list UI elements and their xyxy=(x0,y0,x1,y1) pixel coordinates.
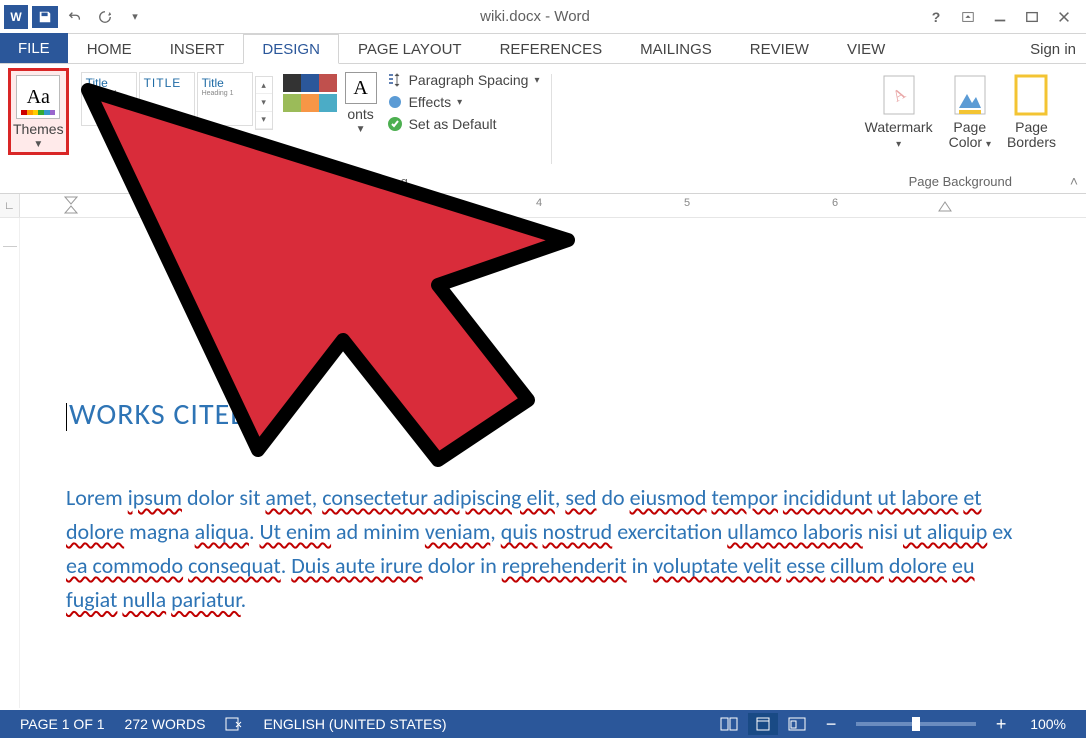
watermark-icon: A xyxy=(879,72,919,118)
quick-access-toolbar: W ▾ xyxy=(0,4,148,30)
fonts-icon: A xyxy=(345,72,377,104)
set-as-default-button[interactable]: Set as Default xyxy=(387,116,540,132)
vertical-ruler xyxy=(0,218,20,708)
redo-button[interactable] xyxy=(92,4,118,30)
word-logo-icon: W xyxy=(4,5,28,29)
ruler-scale[interactable]: 3 4 5 6 xyxy=(20,194,1086,217)
themes-button[interactable]: Aa Themes ▼ xyxy=(8,68,69,155)
document-area: WORKS CITED Lorem ipsum dolor sit amet, … xyxy=(0,218,1086,708)
style-set-gallery[interactable]: TitleHeading 1 TITLE TitleHeading 1 ▴▾▾ xyxy=(81,68,273,130)
style-thumb[interactable]: TITLE xyxy=(139,72,195,126)
chevron-down-icon: ▾ xyxy=(896,139,901,150)
tab-insert[interactable]: INSERT xyxy=(151,33,244,63)
document-heading[interactable]: WORKS CITED xyxy=(66,396,1074,433)
style-thumb[interactable]: TitleHeading 1 xyxy=(197,72,253,126)
fonts-label: onts xyxy=(347,106,373,122)
themes-icon: Aa xyxy=(16,75,60,119)
right-indent-marker-icon[interactable] xyxy=(938,200,952,212)
language-button[interactable]: ENGLISH (UNITED STATES) xyxy=(253,716,456,732)
zoom-out-button[interactable]: − xyxy=(816,713,846,735)
tab-design[interactable]: DESIGN xyxy=(243,34,339,64)
web-layout-button[interactable] xyxy=(782,713,812,735)
title-bar: W ▾ wiki.docx - Word ? xyxy=(0,0,1086,34)
scroll-up-icon[interactable]: ▴ xyxy=(256,77,272,94)
chevron-down-icon: ▾ xyxy=(457,97,462,108)
tab-selector[interactable]: ∟ xyxy=(0,194,20,217)
colors-icon xyxy=(283,74,339,114)
tab-mailings[interactable]: MAILINGS xyxy=(621,33,731,63)
zoom-thumb[interactable] xyxy=(912,717,920,731)
page-borders-icon xyxy=(1011,72,1051,118)
ribbon-tabs: FILE HOME INSERT DESIGN PAGE LAYOUT REFE… xyxy=(0,34,1086,64)
scroll-down-icon[interactable]: ▾ xyxy=(256,94,272,111)
horizontal-ruler: ∟ 3 4 5 6 xyxy=(0,194,1086,218)
maximize-button[interactable] xyxy=(1018,5,1046,29)
themes-dropdown-icon: ▼ xyxy=(33,139,43,150)
paragraph-spacing-button[interactable]: Paragraph Spacing ▾ xyxy=(387,72,540,88)
ribbon-display-options-button[interactable] xyxy=(954,5,982,29)
page-background-label: Page Background xyxy=(855,174,1066,189)
page-color-button[interactable]: Page Color ▾ xyxy=(945,70,995,153)
tab-view[interactable]: VIEW xyxy=(828,33,904,63)
zoom-level[interactable]: 100% xyxy=(1020,716,1076,732)
qat-customize-button[interactable]: ▾ xyxy=(122,4,148,30)
window-title: wiki.docx - Word xyxy=(148,8,922,25)
ruler-mark: 5 xyxy=(684,197,690,209)
text-cursor xyxy=(66,403,67,431)
themes-icon-text: Aa xyxy=(27,86,50,109)
help-button[interactable]: ? xyxy=(922,5,950,29)
status-bar: PAGE 1 OF 1 272 WORDS ENGLISH (UNITED ST… xyxy=(0,710,1086,738)
page-background-group: A Watermark▾ Page Color ▾ Page Borders P… xyxy=(849,68,1086,193)
document-formatting-group: TitleHeading 1 TITLE TitleHeading 1 ▴▾▾ … xyxy=(75,68,552,193)
doc-formatting-options: Paragraph Spacing ▾ Effects ▾ Set as Def… xyxy=(381,68,546,136)
watermark-button[interactable]: A Watermark▾ xyxy=(861,70,937,153)
tab-home[interactable]: HOME xyxy=(68,33,151,63)
file-tab[interactable]: FILE xyxy=(0,33,68,63)
collapse-ribbon-button[interactable]: ˄ xyxy=(1070,173,1078,189)
zoom-in-button[interactable]: + xyxy=(986,713,1016,735)
themes-label: Themes xyxy=(13,121,64,137)
group-label-partial: g xyxy=(81,174,546,189)
print-layout-button[interactable] xyxy=(748,713,778,735)
word-count[interactable]: 272 WORDS xyxy=(115,716,216,732)
zoom-slider[interactable] xyxy=(856,722,976,726)
colors-button[interactable] xyxy=(283,68,339,135)
document-body[interactable]: Lorem ipsum dolor sit amet, consectetur … xyxy=(66,481,1016,617)
save-button[interactable] xyxy=(32,6,58,28)
ruler-mark: 4 xyxy=(536,197,542,209)
effects-button[interactable]: Effects ▾ xyxy=(387,94,540,110)
proofing-button[interactable] xyxy=(215,716,253,732)
chevron-down-icon: ▾ xyxy=(986,139,991,150)
fonts-dropdown-icon: ▼ xyxy=(356,124,366,135)
read-mode-button[interactable] xyxy=(714,713,744,735)
page-borders-button[interactable]: Page Borders xyxy=(1003,70,1060,153)
undo-button[interactable] xyxy=(62,4,88,30)
tab-references[interactable]: REFERENCES xyxy=(481,33,622,63)
minimize-button[interactable] xyxy=(986,5,1014,29)
ruler-mark: 3 xyxy=(388,197,394,209)
gallery-more-icon[interactable]: ▾ xyxy=(256,112,272,129)
style-thumb[interactable]: TitleHeading 1 xyxy=(81,72,137,126)
window-controls: ? xyxy=(922,5,1086,29)
chevron-down-icon: ▾ xyxy=(534,75,539,86)
page-count[interactable]: PAGE 1 OF 1 xyxy=(10,716,115,732)
tab-review[interactable]: REVIEW xyxy=(731,33,828,63)
sign-in-link[interactable]: Sign in xyxy=(1020,36,1086,63)
themes-group: Aa Themes ▼ xyxy=(0,68,75,193)
gallery-scroll[interactable]: ▴▾▾ xyxy=(255,76,273,130)
separator xyxy=(551,74,552,164)
tab-page-layout[interactable]: PAGE LAYOUT xyxy=(339,33,481,63)
indent-marker-icon[interactable] xyxy=(64,196,78,214)
fonts-button[interactable]: A onts ▼ xyxy=(345,72,377,135)
document-page[interactable]: WORKS CITED Lorem ipsum dolor sit amet, … xyxy=(20,218,1086,708)
close-button[interactable] xyxy=(1050,5,1078,29)
page-color-icon xyxy=(950,72,990,118)
ruler-mark: 6 xyxy=(832,197,838,209)
ribbon: Aa Themes ▼ TitleHeading 1 TITLE TitleHe… xyxy=(0,64,1086,194)
